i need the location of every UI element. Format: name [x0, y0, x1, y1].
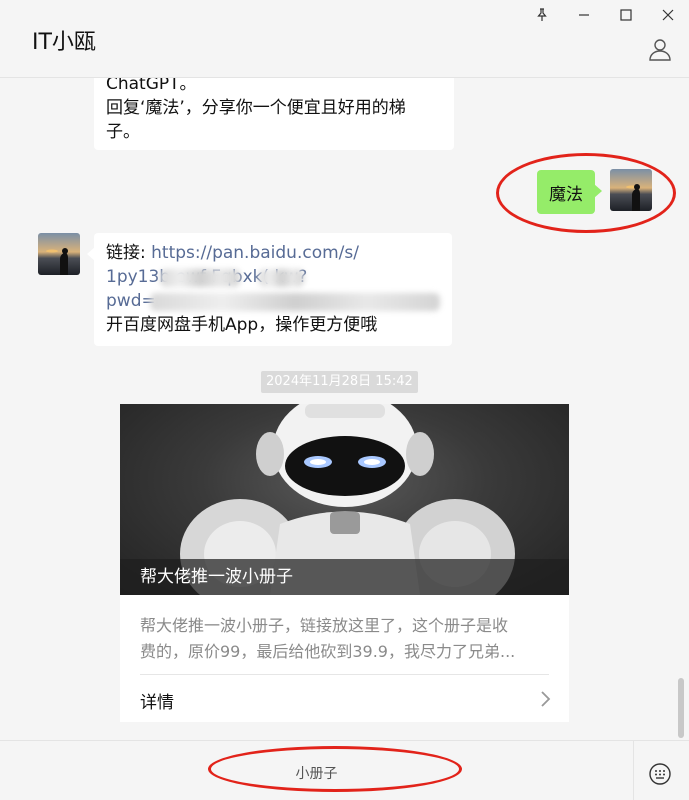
- maximize-icon: [620, 9, 632, 21]
- maximize-button[interactable]: [605, 0, 647, 30]
- my-avatar[interactable]: [610, 169, 652, 211]
- details-link[interactable]: 详情: [140, 688, 174, 713]
- message-list[interactable]: ChatGPT。 回复‘魔法’，分享你一个便宜且好用的梯 子。 魔法 链接: h…: [0, 78, 689, 740]
- article-summary: 帮大佬推一波小册子，链接放这里了，这个册子是收 费的，原价99，最后给他砍到39…: [140, 613, 550, 665]
- message-text: 魔法: [549, 184, 583, 205]
- minimize-icon: [579, 14, 589, 16]
- card-divider: [140, 674, 549, 675]
- contact-avatar[interactable]: [38, 233, 80, 275]
- message-link[interactable]: https://pan.baidu.com/s/: [151, 243, 359, 263]
- article-summary-line: 帮大佬推一波小册子，链接放这里了，这个册子是收: [140, 616, 509, 635]
- scrollbar-thumb[interactable]: [678, 678, 684, 738]
- contact-info-button[interactable]: [647, 36, 673, 62]
- window-controls: [521, 0, 689, 30]
- message-text: 子。: [106, 122, 140, 142]
- article-summary-line: 费的，原价99，最后给他砍到39.9，我尽力了兄弟...: [140, 642, 516, 661]
- person-icon: [649, 39, 671, 61]
- article-card[interactable]: 帮大佬推一波小册子 帮大佬推一波小册子，链接放这里了，这个册子是收 费的，原价9…: [120, 404, 569, 722]
- article-title: 帮大佬推一波小册子: [120, 559, 569, 595]
- message-text: ChatGPT。: [106, 78, 197, 94]
- redaction-blur: [259, 269, 304, 287]
- message-input[interactable]: 小册子: [0, 741, 633, 800]
- redaction-blur: [160, 269, 240, 287]
- message-text: 开百度网盘手机App，操作更方便哦: [106, 315, 378, 335]
- close-icon: [662, 9, 674, 21]
- input-area: 小册子: [0, 740, 689, 800]
- avatar-image: [38, 233, 80, 275]
- pin-button[interactable]: [521, 0, 563, 30]
- message-timestamp: 2024年11月28日 15:42: [261, 371, 418, 393]
- message-bubble-sent[interactable]: 魔法: [537, 170, 602, 214]
- keyboard-icon[interactable]: [648, 762, 672, 786]
- input-divider: [633, 741, 634, 800]
- message-bubble-received[interactable]: ChatGPT。 回复‘魔法’，分享你一个便宜且好用的梯 子。: [94, 78, 454, 150]
- message-link-line: 链接: https://pan.baidu.com/s/: [106, 241, 440, 265]
- redaction-blur: [150, 293, 440, 311]
- avatar-image: [610, 169, 652, 211]
- pin-icon: [537, 8, 547, 21]
- chat-title: IT小瓯: [32, 30, 96, 55]
- message-bubble-received[interactable]: 链接: https://pan.baidu.com/s/ 1py13b ewf …: [87, 233, 452, 346]
- minimize-button[interactable]: [563, 0, 605, 30]
- chat-header: IT小瓯: [0, 0, 689, 78]
- message-text: 回复‘魔法’，分享你一个便宜且好用的梯: [106, 98, 406, 118]
- chevron-right-icon[interactable]: [539, 689, 553, 709]
- link-prefix: 链接:: [106, 243, 152, 263]
- close-button[interactable]: [647, 0, 689, 30]
